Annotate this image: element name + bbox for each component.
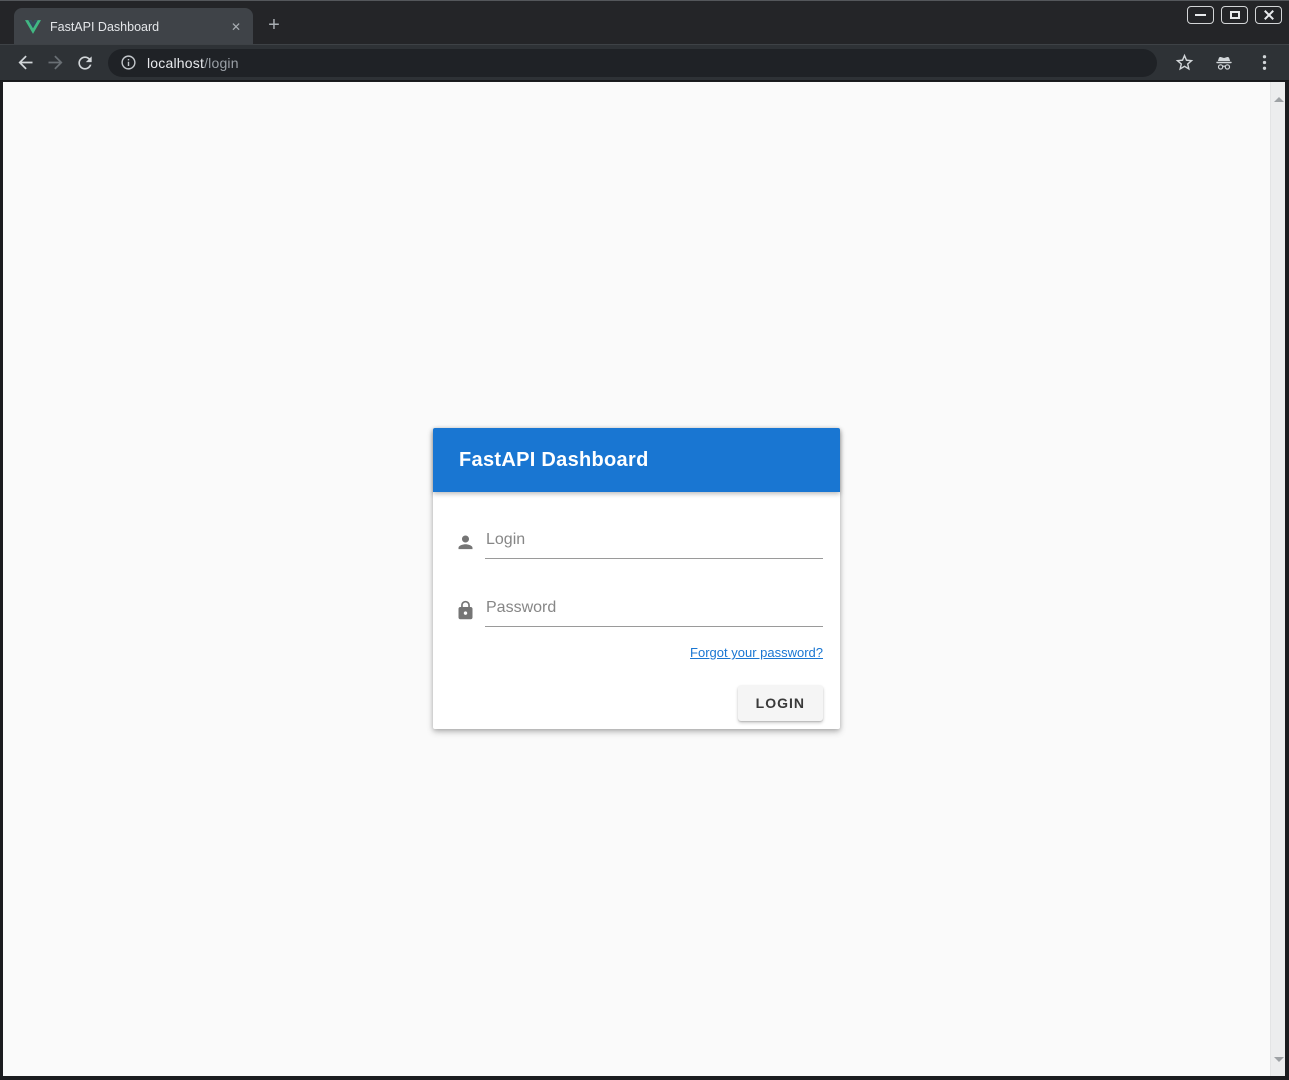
incognito-icon bbox=[1213, 52, 1235, 74]
new-tab-button[interactable]: + bbox=[261, 12, 287, 38]
bookmark-button[interactable] bbox=[1169, 49, 1199, 77]
window-controls bbox=[1187, 6, 1282, 24]
login-card-body: Forgot your password? LOGIN bbox=[433, 531, 840, 721]
password-input[interactable] bbox=[485, 599, 823, 627]
reload-icon bbox=[75, 53, 95, 73]
reload-button[interactable] bbox=[70, 49, 100, 77]
forgot-password-row: Forgot your password? bbox=[455, 644, 823, 662]
back-button[interactable] bbox=[10, 49, 40, 77]
login-button[interactable]: LOGIN bbox=[738, 685, 823, 721]
forgot-password-link[interactable]: Forgot your password? bbox=[690, 645, 823, 660]
forward-button[interactable] bbox=[40, 49, 70, 77]
maximize-icon bbox=[1230, 11, 1240, 19]
tab-close-icon[interactable]: ✕ bbox=[227, 18, 245, 36]
browser-window: FastAPI Dashboard ✕ + localhost/login bbox=[0, 0, 1289, 1080]
password-field-row bbox=[455, 599, 823, 627]
close-button[interactable] bbox=[1255, 6, 1282, 24]
browser-tab[interactable]: FastAPI Dashboard ✕ bbox=[14, 8, 253, 45]
address-bar[interactable]: localhost/login bbox=[108, 49, 1157, 77]
browser-menu-button[interactable] bbox=[1249, 49, 1279, 77]
card-actions: LOGIN bbox=[455, 685, 823, 721]
minimize-button[interactable] bbox=[1187, 6, 1214, 24]
url-path: /login bbox=[204, 55, 239, 71]
login-card-header: FastAPI Dashboard bbox=[433, 428, 840, 492]
incognito-indicator bbox=[1209, 49, 1239, 77]
page-info-icon[interactable] bbox=[120, 54, 137, 71]
browser-toolbar: localhost/login bbox=[0, 44, 1289, 81]
back-arrow-icon bbox=[15, 52, 36, 73]
login-card-title: FastAPI Dashboard bbox=[459, 449, 649, 472]
toolbar-right bbox=[1169, 49, 1279, 77]
maximize-button[interactable] bbox=[1221, 6, 1248, 24]
three-dot-menu-icon bbox=[1254, 52, 1275, 73]
tab-title: FastAPI Dashboard bbox=[50, 20, 227, 34]
minimize-icon bbox=[1195, 14, 1206, 16]
url-text: localhost/login bbox=[147, 55, 239, 71]
forward-arrow-icon bbox=[45, 52, 66, 73]
person-icon bbox=[455, 532, 476, 553]
star-icon bbox=[1174, 52, 1195, 73]
login-card: FastAPI Dashboard Forgot your passwo bbox=[433, 428, 840, 729]
page-content: FastAPI Dashboard Forgot your passwo bbox=[3, 82, 1285, 1076]
vuetify-favicon-icon bbox=[25, 19, 41, 34]
login-field-row bbox=[455, 531, 823, 559]
url-host: localhost bbox=[147, 55, 204, 71]
scrollbar-down-arrow[interactable] bbox=[1271, 1052, 1285, 1066]
titlebar: FastAPI Dashboard ✕ + bbox=[0, 0, 1289, 44]
page-scrollbar[interactable] bbox=[1270, 82, 1285, 1076]
lock-icon bbox=[455, 600, 476, 621]
login-input[interactable] bbox=[485, 531, 823, 559]
scrollbar-up-arrow[interactable] bbox=[1271, 92, 1285, 106]
